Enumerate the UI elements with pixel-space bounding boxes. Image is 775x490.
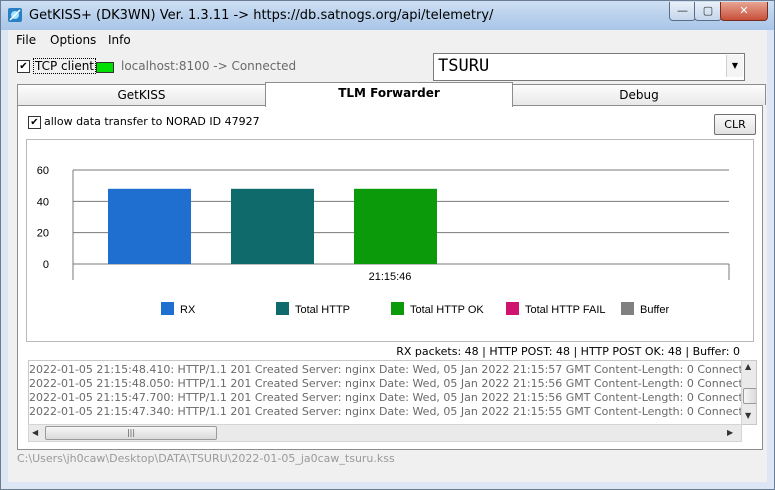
stats-text: RX packets: 48 | HTTP POST: 48 | HTTP PO…	[396, 345, 740, 358]
legend-swatch	[276, 302, 289, 315]
clr-button[interactable]: CLR	[714, 114, 756, 135]
menu-options[interactable]: Options	[50, 33, 96, 47]
bar-rx	[108, 188, 191, 264]
menu-file[interactable]: File	[16, 33, 36, 47]
legend-label: RX	[180, 304, 196, 316]
bar-total-http	[231, 188, 314, 264]
tab-getkiss[interactable]: GetKISS	[17, 84, 266, 105]
log-line: 2022-01-05 21:15:47.700: HTTP/1.1 201 Cr…	[29, 391, 757, 404]
connection-status-text: localhost:8100 -> Connected	[121, 59, 297, 73]
log-line: 2022-01-05 21:15:47.340: HTTP/1.1 201 Cr…	[29, 405, 757, 418]
chevron-down-icon[interactable]: ▼	[726, 55, 743, 77]
legend-label: Buffer	[640, 304, 669, 316]
horizontal-scroll-thumb[interactable]: |||	[45, 426, 217, 440]
satellite-select-value: TSURU	[438, 56, 490, 76]
packet-chart: 60 40 20 0 21:15:46 RX Total HTTP Total HTTP OK…	[26, 139, 754, 342]
connection-status-led	[96, 62, 114, 73]
y-tick-label: 0	[43, 259, 49, 271]
file-path: C:\Users\jh0caw\Desktop\DATA\TSURU\2022-…	[17, 452, 395, 465]
tab-debug[interactable]: Debug	[512, 84, 766, 105]
log-list[interactable]: 2022-01-05 21:15:48.410: HTTP/1.1 201 Cr…	[28, 360, 757, 425]
scroll-down-icon[interactable]: ▼	[745, 411, 751, 420]
app-window: GetKISS+ (DK3WN) Ver. 1.3.11 -> https://…	[0, 0, 775, 490]
satellite-select[interactable]: TSURU ▼	[433, 53, 745, 81]
log-line: 2022-01-05 21:15:48.050: HTTP/1.1 201 Cr…	[29, 377, 757, 390]
menu-info[interactable]: Info	[108, 33, 131, 47]
window-title: GetKISS+ (DK3WN) Ver. 1.3.11 -> https://…	[29, 8, 494, 23]
log-vertical-scrollbar[interactable]: ▲ ▼	[741, 361, 756, 424]
tab-tlm-forwarder[interactable]: TLM Forwarder	[265, 82, 513, 107]
connection-row: ✔ TCP client localhost:8100 -> Connected…	[8, 53, 767, 81]
scroll-right-icon[interactable]: ▶	[727, 428, 733, 437]
y-tick-label: 60	[37, 165, 49, 177]
chart-svg: 60 40 20 0 21:15:46 RX Total HTTP Total HTTP OK…	[37, 165, 730, 316]
close-button[interactable]: ✕	[720, 2, 768, 21]
log-horizontal-scrollbar[interactable]: ◀ ||| ▶	[28, 424, 742, 442]
legend-swatch	[506, 302, 519, 315]
tcp-client-label[interactable]: TCP client	[32, 58, 97, 74]
title-bar[interactable]: GetKISS+ (DK3WN) Ver. 1.3.11 -> https://…	[1, 1, 774, 30]
maximize-button[interactable]: ▢	[694, 2, 722, 21]
tlm-forwarder-panel: ✔ allow data transfer to NORAD ID 47927 …	[17, 105, 763, 450]
tcp-client-checkbox[interactable]: ✔	[17, 60, 30, 73]
menu-bar: File Options Info	[8, 30, 767, 50]
minimize-button[interactable]: —	[669, 2, 696, 21]
x-tick-label: 21:15:46	[369, 271, 412, 283]
legend-label: Total HTTP FAIL	[525, 304, 606, 316]
y-tick-label: 40	[37, 196, 49, 208]
allow-transfer-label[interactable]: allow data transfer to NORAD ID 47927	[44, 115, 260, 128]
legend-label: Total HTTP	[295, 304, 350, 316]
legend-swatch	[161, 302, 174, 315]
client-area: File Options Info ✔ TCP client localhost…	[8, 30, 767, 482]
allow-transfer-checkbox[interactable]: ✔	[28, 116, 41, 129]
log-line: 2022-01-05 21:15:48.410: HTTP/1.1 201 Cr…	[29, 363, 757, 376]
satellite-app-icon	[8, 8, 22, 22]
bar-total-http-ok	[354, 188, 437, 264]
scroll-left-icon[interactable]: ◀	[32, 428, 38, 437]
legend-swatch	[391, 302, 404, 315]
legend-swatch	[621, 302, 634, 315]
legend-label: Total HTTP OK	[410, 304, 484, 316]
scroll-up-icon[interactable]: ▲	[745, 362, 751, 371]
y-tick-label: 20	[37, 228, 49, 240]
vertical-scroll-thumb[interactable]	[743, 388, 756, 404]
